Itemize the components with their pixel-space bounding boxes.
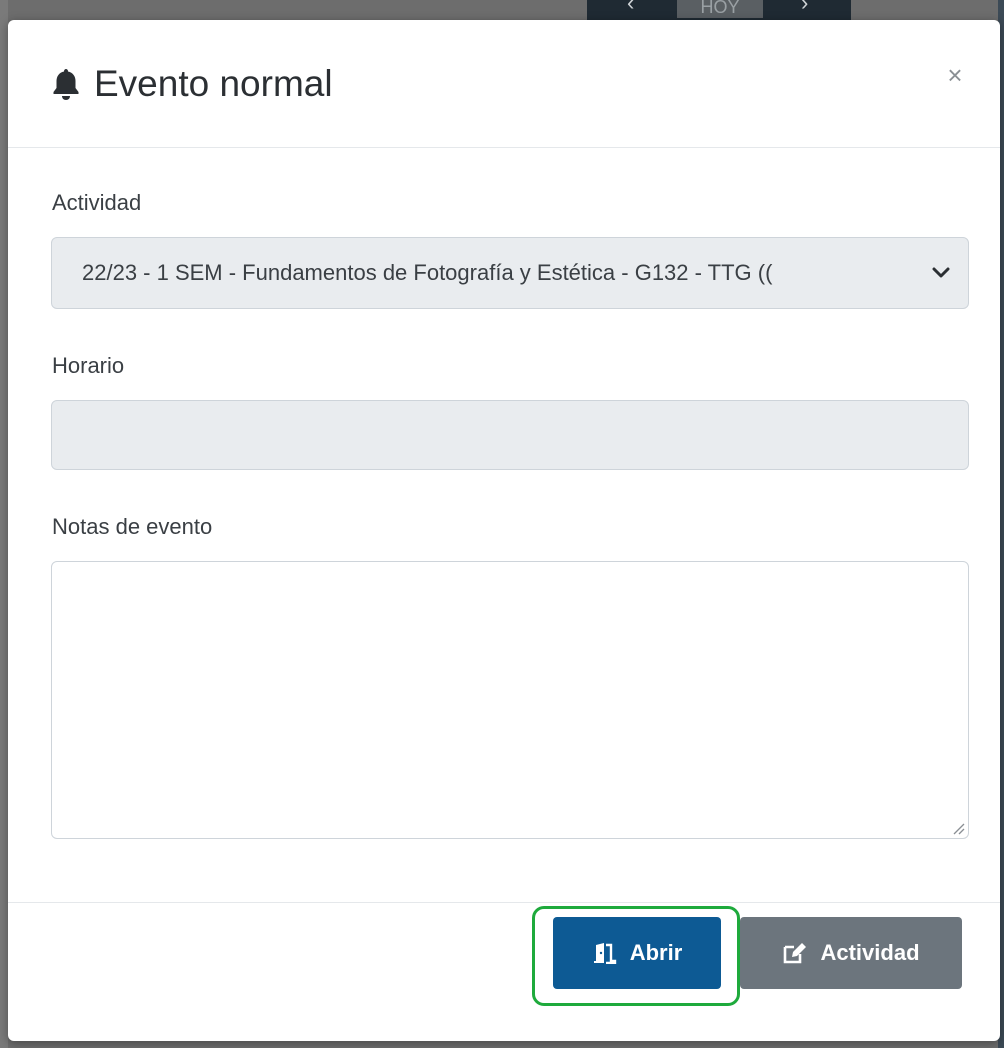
event-modal: Evento normal × Actividad 22/23 - 1 SEM … [8, 20, 1000, 1041]
background-left-edge [0, 0, 8, 1048]
horario-input[interactable] [51, 400, 969, 470]
actividad-button-label: Actividad [820, 940, 920, 965]
modal-footer-divider [8, 902, 1000, 903]
notas-label: Notas de evento [52, 514, 213, 539]
actividad-select[interactable]: 22/23 - 1 SEM - Fundamentos de Fotografí… [51, 237, 969, 309]
modal-title-text: Evento normal [94, 63, 333, 104]
edit-icon [784, 943, 807, 964]
background-next-arrow: › [801, 0, 809, 15]
abrir-button-label: Abrir [629, 940, 683, 965]
background-date-nav: ‹ HOY › [587, 0, 851, 20]
modal-header: Evento normal × [8, 20, 1000, 148]
background-today-button: HOY [677, 0, 763, 18]
background-prev-arrow: ‹ [627, 0, 635, 15]
notas-textarea[interactable] [51, 561, 969, 839]
actividad-label: Actividad [52, 190, 142, 215]
close-button[interactable]: × [940, 60, 970, 90]
close-icon: × [947, 60, 963, 90]
chevron-down-icon [932, 267, 950, 278]
actividad-button[interactable]: Actividad [740, 917, 962, 989]
bell-icon [52, 67, 80, 101]
resize-handle-icon[interactable] [951, 821, 965, 835]
modal-title: Evento normal [52, 60, 333, 108]
horario-label: Horario [52, 353, 125, 378]
door-open-icon [593, 943, 616, 964]
abrir-button[interactable]: Abrir [553, 917, 721, 989]
actividad-select-value: 22/23 - 1 SEM - Fundamentos de Fotografí… [82, 260, 773, 285]
